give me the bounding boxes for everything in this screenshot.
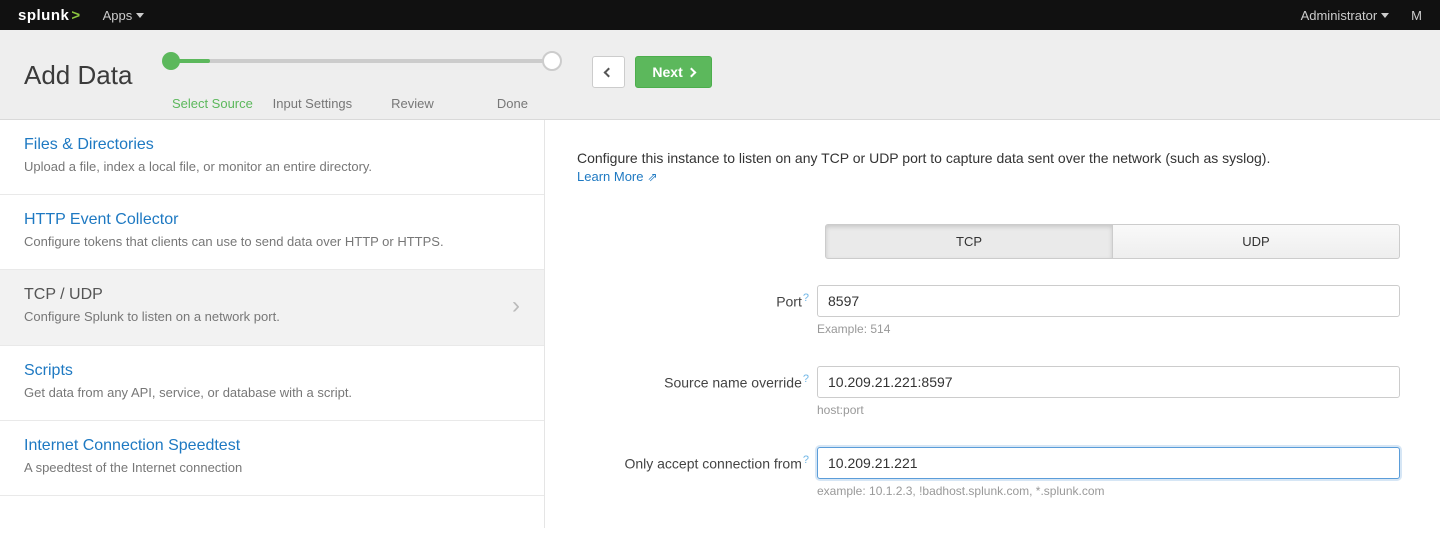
sidebar-item-title: Files & Directories <box>24 136 372 154</box>
wizard-step-dot-3[interactable] <box>542 51 562 71</box>
brand-logo[interactable]: splunk> <box>18 7 81 24</box>
wizard-step-label-2[interactable]: Review <box>362 96 462 111</box>
admin-menu-label: Administrator <box>1301 8 1378 23</box>
port-input[interactable] <box>817 285 1400 317</box>
wizard-step-label-3[interactable]: Done <box>462 96 562 111</box>
accept-from-hint: example: 10.1.2.3, !badhost.splunk.com, … <box>817 484 1400 498</box>
sidebar-item-desc: Upload a file, index a local file, or mo… <box>24 158 372 176</box>
source-name-label-text: Source name override <box>664 375 802 391</box>
intro-text: Configure this instance to listen on any… <box>577 148 1400 169</box>
sidebar-item-title: Scripts <box>24 362 352 380</box>
next-button[interactable]: Next <box>635 56 711 88</box>
sidebar-item-title: HTTP Event Collector <box>24 211 444 229</box>
help-icon[interactable]: ? <box>803 373 809 385</box>
next-button-label: Next <box>652 64 682 80</box>
sidebar-item-desc: Get data from any API, service, or datab… <box>24 384 352 402</box>
apps-menu-label: Apps <box>103 8 133 23</box>
sidebar-item-title: Internet Connection Speedtest <box>24 437 242 455</box>
sidebar-item-scripts[interactable]: Scripts Get data from any API, service, … <box>0 346 544 421</box>
header: Add Data Select Source Input Settings Re… <box>0 30 1440 120</box>
port-hint: Example: 514 <box>817 322 1400 336</box>
port-label: Port? <box>577 285 817 310</box>
brand-caret-icon: > <box>71 7 80 24</box>
sidebar-item-desc: Configure tokens that clients can use to… <box>24 233 444 251</box>
chevron-down-icon <box>136 13 144 18</box>
form-row-accept-from: Only accept connection from? example: 10… <box>577 447 1400 498</box>
external-link-icon: ⇗ <box>647 170 657 184</box>
wizard-step-dot-0[interactable] <box>162 52 180 70</box>
topbar-trailing: M <box>1411 8 1422 23</box>
content-pane: Configure this instance to listen on any… <box>545 120 1440 528</box>
chevron-right-icon <box>686 67 696 77</box>
source-name-hint: host:port <box>817 403 1400 417</box>
topbar-left: splunk> Apps <box>18 7 144 24</box>
chevron-right-icon: › <box>512 292 520 320</box>
wizard-step-label-1[interactable]: Input Settings <box>262 96 362 111</box>
help-icon[interactable]: ? <box>803 454 809 466</box>
main: Files & Directories Upload a file, index… <box>0 120 1440 528</box>
sidebar-item-title: TCP / UDP <box>24 286 280 304</box>
form-row-port: Port? Example: 514 <box>577 285 1400 336</box>
protocol-tabs: TCP UDP <box>825 224 1400 259</box>
admin-menu[interactable]: Administrator <box>1301 8 1390 23</box>
sidebar-item-desc: Configure Splunk to listen on a network … <box>24 308 280 326</box>
accept-from-label-text: Only accept connection from <box>624 456 801 472</box>
sidebar-item-desc: A speedtest of the Internet connection <box>24 459 242 477</box>
sidebar-item-http-event-collector[interactable]: HTTP Event Collector Configure tokens th… <box>0 195 544 270</box>
chevron-left-icon <box>604 67 614 77</box>
sidebar-item-internet-speedtest[interactable]: Internet Connection Speedtest A speedtes… <box>0 421 544 496</box>
wizard-progress: Select Source Input Settings Review Done <box>162 52 562 111</box>
sidebar-item-tcp-udp[interactable]: TCP / UDP Configure Splunk to listen on … <box>0 270 544 345</box>
learn-more-label: Learn More <box>577 169 643 184</box>
page-title: Add Data <box>24 60 132 91</box>
brand-text: splunk <box>18 7 69 24</box>
sidebar-item-files-directories[interactable]: Files & Directories Upload a file, index… <box>0 120 544 195</box>
topbar-right: Administrator M <box>1301 8 1422 23</box>
wizard-step-label-0[interactable]: Select Source <box>162 96 262 111</box>
source-type-sidebar: Files & Directories Upload a file, index… <box>0 120 545 528</box>
apps-menu[interactable]: Apps <box>103 8 145 23</box>
tab-udp[interactable]: UDP <box>1113 224 1400 259</box>
tab-tcp[interactable]: TCP <box>825 224 1113 259</box>
help-icon[interactable]: ? <box>803 292 809 304</box>
back-button[interactable] <box>592 56 625 88</box>
topbar: splunk> Apps Administrator M <box>0 0 1440 30</box>
port-label-text: Port <box>776 294 802 310</box>
tcp-udp-form: TCP UDP Port? Example: 514 Source name o… <box>577 224 1400 498</box>
accept-from-label: Only accept connection from? <box>577 447 817 472</box>
chevron-down-icon <box>1381 13 1389 18</box>
form-row-source-name: Source name override? host:port <box>577 366 1400 417</box>
accept-from-input[interactable] <box>817 447 1400 479</box>
source-name-label: Source name override? <box>577 366 817 391</box>
source-name-input[interactable] <box>817 366 1400 398</box>
learn-more-link[interactable]: Learn More ⇗ <box>577 169 658 184</box>
wizard-nav-buttons: Next <box>592 56 711 88</box>
